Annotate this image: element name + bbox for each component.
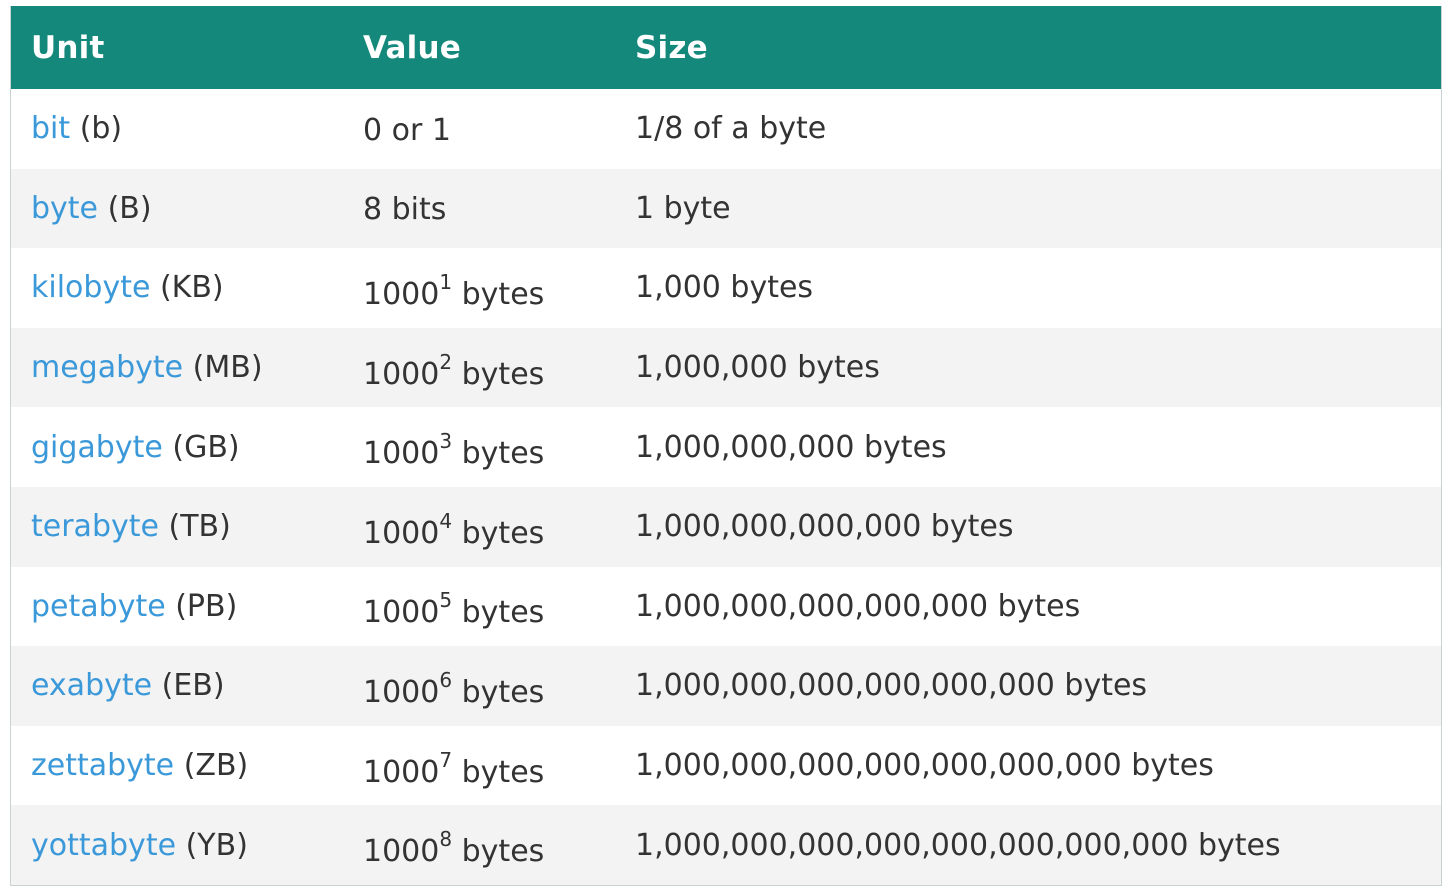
value-base: 1000 <box>363 595 440 631</box>
table-row: petabyte (PB) 10005 bytes 1,000,000,000,… <box>11 566 1441 647</box>
unit-abbreviation: (b) <box>79 111 123 147</box>
value-cell: 10007 bytes <box>343 726 615 806</box>
value-exponent: 7 <box>439 747 453 772</box>
unit-link[interactable]: kilobyte <box>31 270 150 305</box>
value-cell: 10006 bytes <box>343 646 615 726</box>
unit-cell: byte (B) <box>11 169 343 249</box>
size-cell: 1,000,000 bytes <box>635 350 880 386</box>
table-row: kilobyte (KB) 10001 bytes 1,000 bytes <box>11 248 1441 328</box>
value-cell: 0 or 1 <box>343 89 615 169</box>
unit-cell: gigabyte (GB) <box>11 407 343 487</box>
unit-link[interactable]: yottabyte <box>31 828 176 863</box>
size-cell: 1/8 of a byte <box>635 111 827 147</box>
size-cell: 1,000,000,000,000,000,000,000,000 bytes <box>635 827 1281 863</box>
table-row: byte (B) 8 bits 1 byte <box>11 168 1441 249</box>
header-size: Size <box>635 29 708 66</box>
unit-link[interactable]: zettabyte <box>31 748 174 783</box>
value-suffix: bytes <box>452 595 545 631</box>
unit-cell: exabyte (EB) <box>11 646 343 726</box>
unit-cell: bit (b) <box>11 89 343 169</box>
value-exponent: 3 <box>439 429 453 454</box>
table-row: terabyte (TB) 10004 bytes 1,000,000,000,… <box>11 486 1441 567</box>
size-cell: 1 byte <box>635 190 731 226</box>
value-base: 1000 <box>363 276 440 312</box>
unit-abbreviation: (YB) <box>185 827 248 863</box>
size-cell: 1,000 bytes <box>635 270 814 306</box>
value-base: 8 bits <box>363 192 447 228</box>
value-base: 1000 <box>363 834 440 870</box>
value-exponent: 5 <box>439 588 453 613</box>
unit-abbreviation: (TB) <box>168 509 231 545</box>
value-exponent: 6 <box>439 667 453 692</box>
data-units-table: Unit Value Size bit (b) 0 or 1 1/8 of a … <box>11 6 1441 885</box>
value-cell: 10001 bytes <box>343 248 615 328</box>
unit-link[interactable]: byte <box>31 191 98 226</box>
value-suffix: bytes <box>452 515 545 551</box>
value-exponent: 2 <box>439 349 453 374</box>
value-suffix: bytes <box>452 276 545 312</box>
size-cell: 1,000,000,000,000,000,000,000 bytes <box>635 748 1214 784</box>
header-unit: Unit <box>31 29 105 66</box>
value-suffix: bytes <box>452 674 545 710</box>
unit-cell: petabyte (PB) <box>11 567 343 647</box>
unit-link[interactable]: petabyte <box>31 589 166 624</box>
unit-cell: megabyte (MB) <box>11 328 343 408</box>
value-cell: 10005 bytes <box>343 567 615 647</box>
size-cell: 1,000,000,000,000 bytes <box>635 509 1014 545</box>
unit-cell: terabyte (TB) <box>11 487 343 567</box>
value-suffix: bytes <box>452 356 545 392</box>
table-row: exabyte (EB) 10006 bytes 1,000,000,000,0… <box>11 646 1441 726</box>
value-suffix: bytes <box>452 754 545 790</box>
header-row: Unit Value Size <box>11 6 1441 89</box>
unit-link[interactable]: bit <box>31 111 70 146</box>
unit-link[interactable]: terabyte <box>31 509 159 544</box>
table-row: gigabyte (GB) 10003 bytes 1,000,000,000 … <box>11 407 1441 487</box>
table-row: bit (b) 0 or 1 1/8 of a byte <box>11 89 1441 169</box>
value-base: 1000 <box>363 515 440 551</box>
size-cell: 1,000,000,000 bytes <box>635 429 947 465</box>
header-value: Value <box>363 29 461 66</box>
data-units-table-container: Unit Value Size bit (b) 0 or 1 1/8 of a … <box>10 6 1442 886</box>
unit-abbreviation: (ZB) <box>183 748 249 784</box>
unit-cell: yottabyte (YB) <box>11 805 343 885</box>
table-header: Unit Value Size <box>11 6 1441 89</box>
unit-link[interactable]: exabyte <box>31 668 152 703</box>
unit-abbreviation: (PB) <box>175 588 238 624</box>
unit-abbreviation: (EB) <box>161 668 225 704</box>
value-cell: 10008 bytes <box>343 805 615 885</box>
unit-link[interactable]: gigabyte <box>31 430 163 465</box>
table-row: yottabyte (YB) 10008 bytes 1,000,000,000… <box>11 805 1441 885</box>
value-cell: 10004 bytes <box>343 487 615 567</box>
unit-abbreviation: (MB) <box>192 350 263 386</box>
value-cell: 8 bits <box>343 169 615 249</box>
value-exponent: 4 <box>439 508 453 533</box>
value-base: 0 or 1 <box>363 112 451 148</box>
value-exponent: 1 <box>439 269 453 294</box>
value-suffix: bytes <box>452 834 545 870</box>
value-exponent: 8 <box>439 827 453 852</box>
table-body: bit (b) 0 or 1 1/8 of a byte byte (B) 8 … <box>11 89 1441 885</box>
unit-abbreviation: (B) <box>107 190 152 226</box>
value-base: 1000 <box>363 436 440 472</box>
size-cell: 1,000,000,000,000,000 bytes <box>635 588 1081 624</box>
value-cell: 10002 bytes <box>343 328 615 408</box>
size-cell: 1,000,000,000,000,000,000 bytes <box>635 668 1148 704</box>
value-base: 1000 <box>363 356 440 392</box>
value-base: 1000 <box>363 754 440 790</box>
table-row: zettabyte (ZB) 10007 bytes 1,000,000,000… <box>11 725 1441 806</box>
unit-abbreviation: (GB) <box>172 429 240 465</box>
value-base: 1000 <box>363 674 440 710</box>
value-suffix: bytes <box>452 436 545 472</box>
unit-cell: zettabyte (ZB) <box>11 726 343 806</box>
table-row: megabyte (MB) 10002 bytes 1,000,000 byte… <box>11 327 1441 408</box>
unit-abbreviation: (KB) <box>159 270 224 306</box>
unit-link[interactable]: megabyte <box>31 350 183 385</box>
value-cell: 10003 bytes <box>343 407 615 487</box>
unit-cell: kilobyte (KB) <box>11 248 343 328</box>
